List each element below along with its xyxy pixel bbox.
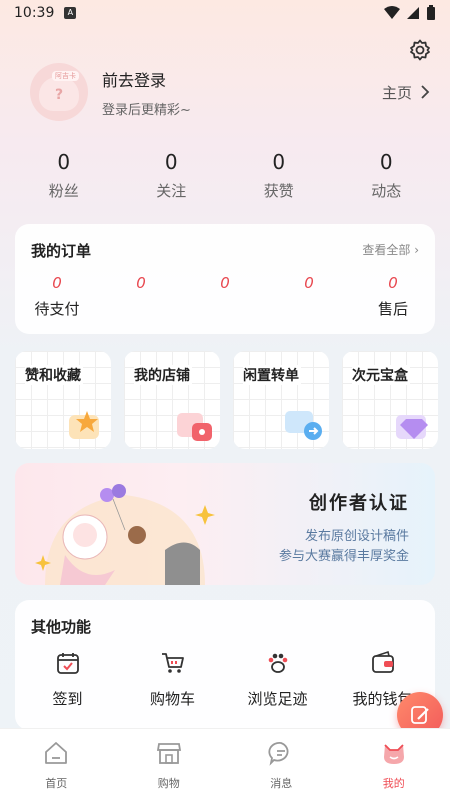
stat-number: 0 [57,150,71,174]
cart-icon [161,653,184,673]
login-subtitle: 登录后更精彩~ [102,102,191,118]
order-count: 0 [52,274,62,292]
order-after-sales[interactable]: 0 售后 [351,274,435,318]
order-count: 0 [304,274,314,292]
avatar[interactable]: 阿吉卡 ? [30,63,88,121]
browsing-history-button[interactable]: 浏览足迹 [225,650,330,709]
tile-likes-favorites[interactable]: 赞和收藏 [15,351,111,449]
signal-icon [407,7,419,19]
star-icon [69,411,99,439]
orders-title: 我的订单 [31,242,92,260]
homepage-link[interactable]: 主页 [382,82,430,103]
status-icons [384,5,436,21]
other-functions-card: 其他功能 签到 购物车 浏览足迹 我的钱包 [15,600,435,730]
tab-label: 首页 [45,777,68,790]
stat-followers[interactable]: 0 粉丝 [10,150,118,201]
tab-me[interactable]: 我的 [338,729,450,800]
order-label [99,298,183,316]
stat-label: 粉丝 [48,182,79,200]
function-label: 购物车 [149,690,195,708]
creator-line-2: 参与大赛赢得丰厚奖金 [278,549,409,564]
feature-tiles: 赞和收藏 我的店铺 闲置转单 次元宝盒 [15,351,450,449]
profile-stats: 0 粉丝 0 关注 0 获赞 0 动态 [10,150,440,201]
shop-bag-icon [177,413,212,441]
creator-title: 创作者认证 [309,493,409,514]
order-count: 0 [136,274,146,292]
stat-likes[interactable]: 0 获赞 [225,150,333,201]
order-status-row: 0 待支付 0 0 0 0 售后 [15,274,435,318]
home-icon [45,742,68,764]
profile-header[interactable]: 阿吉卡 ? 前去登录 登录后更精彩~ 主页 [30,62,430,122]
stat-label: 关注 [156,182,187,200]
tile-label: 闲置转单 [243,365,301,385]
calendar-icon [56,653,79,674]
wallet-icon [371,650,394,673]
stat-number: 0 [379,150,393,174]
chevron-right-icon [421,85,430,99]
tab-label: 我的 [382,777,405,790]
order-label [183,298,267,316]
login-link[interactable]: 前去登录 [102,67,191,91]
tab-shop[interactable]: 购物 [113,729,226,800]
tile-my-shop[interactable]: 我的店铺 [124,351,220,449]
tile-label: 赞和收藏 [25,365,83,385]
status-bar: 10:39 A [0,0,450,26]
tile-mystery-box[interactable]: 次元宝盒 [342,351,438,449]
order-label: 售后 [377,300,408,318]
anime-illustration [35,484,215,585]
paw-icon [268,653,287,673]
cat-icon [383,744,404,764]
order-pending-payment[interactable]: 0 待支付 [15,274,99,318]
stat-number: 0 [272,150,286,174]
pen-edit-icon [411,706,429,724]
settings-icon[interactable] [408,38,432,62]
order-label: 待支付 [34,300,80,318]
creator-line-1: 发布原创设计稿件 [304,529,409,544]
other-functions-row: 签到 购物车 浏览足迹 我的钱包 [15,650,435,709]
message-icon [268,742,289,766]
function-label: 浏览足迹 [247,690,308,708]
status-time: 10:39 [14,5,55,21]
tab-home[interactable]: 首页 [0,729,113,800]
sim-icon: A [64,7,77,19]
tile-label: 我的店铺 [134,365,192,385]
profile-info: 前去登录 登录后更精彩~ [102,67,191,118]
creator-certification-banner[interactable]: 创作者认证 发布原创设计稿件 参与大赛赢得丰厚奖金 [15,463,435,585]
tab-label: 购物 [157,777,180,790]
order-label [267,298,351,316]
stat-label: 动态 [371,182,402,200]
tile-idle-transfer[interactable]: 闲置转单 [233,351,329,449]
order-status-3[interactable]: 0 [183,274,267,316]
view-all-orders-link[interactable]: 查看全部 › [362,241,419,258]
stat-label: 获赞 [263,182,294,200]
shop-icon [156,743,181,764]
avatar-tag: 阿吉卡 [52,71,79,81]
avatar-question-mark: ? [55,87,64,103]
order-count: 0 [220,274,230,292]
order-status-2[interactable]: 0 [99,274,183,316]
transfer-card-icon [285,411,322,440]
orders-card: 我的订单 查看全部 › 0 待支付 0 0 0 0 售后 [15,224,435,334]
order-count: 0 [388,274,398,292]
stat-posts[interactable]: 0 动态 [333,150,441,201]
tab-messages[interactable]: 消息 [225,729,338,800]
other-functions-title: 其他功能 [31,618,92,636]
battery-icon [427,5,435,20]
bottom-tab-bar: 首页 购物 消息 我的 [0,728,450,800]
stat-number: 0 [164,150,178,174]
view-all-label: 查看全部 [362,243,411,257]
order-status-4[interactable]: 0 [267,274,351,316]
stat-following[interactable]: 0 关注 [118,150,226,201]
wifi-icon [384,6,400,19]
tile-label: 次元宝盒 [352,365,410,385]
gem-box-icon [396,415,428,439]
shopping-cart-button[interactable]: 购物车 [120,650,225,709]
homepage-label: 主页 [381,83,412,102]
check-in-button[interactable]: 签到 [15,650,120,709]
function-label: 签到 [52,690,83,708]
tab-label: 消息 [270,777,293,790]
